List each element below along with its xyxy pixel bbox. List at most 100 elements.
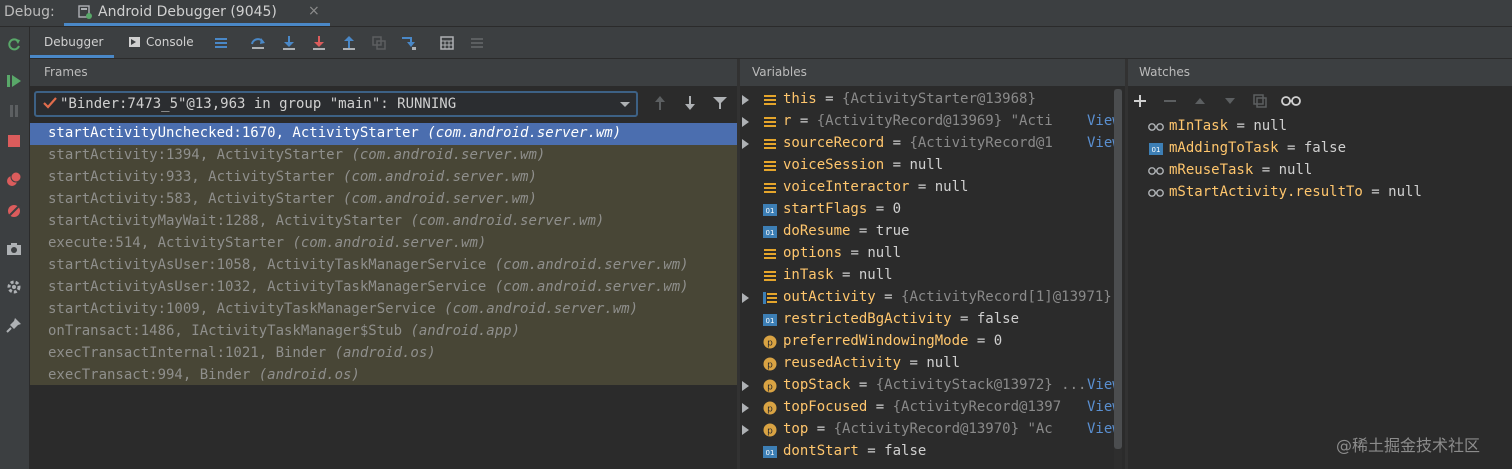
watch-row[interactable]: mReuseTask = null <box>1128 160 1512 182</box>
variable-row[interactable]: r = {ActivityRecord@13969} "Acti View <box>740 111 1125 133</box>
debugger-toolbar: Debugger Console <box>30 27 1512 59</box>
frame-row[interactable]: startActivity:583, ActivityStarter (com.… <box>30 189 737 211</box>
duplicate-watch-icon[interactable] <box>1252 93 1268 109</box>
expand-arrow-icon[interactable] <box>742 139 749 149</box>
pause-program-icon[interactable] <box>6 103 22 119</box>
variable-row[interactable]: sourceRecord = {ActivityRecord@1 View <box>740 133 1125 155</box>
expand-arrow-icon[interactable] <box>742 95 749 105</box>
frame-row[interactable]: onTransact:1486, IActivityTaskManager$St… <box>30 321 737 343</box>
parameter-icon: p <box>763 379 777 393</box>
variables-header: Variables <box>740 59 1125 86</box>
remove-watch-icon[interactable] <box>1162 93 1178 109</box>
mute-breakpoints-icon[interactable] <box>6 203 22 219</box>
drop-frame-icon[interactable] <box>371 35 387 51</box>
expand-arrow-icon[interactable] <box>742 403 749 413</box>
next-frame-icon[interactable] <box>682 95 698 111</box>
close-tab-icon[interactable]: × <box>308 3 320 19</box>
settings-icon[interactable] <box>6 279 22 295</box>
expand-arrow-icon[interactable] <box>742 425 749 435</box>
filter-icon[interactable] <box>712 95 728 111</box>
step-over-icon[interactable] <box>250 35 266 51</box>
move-up-icon[interactable] <box>1192 93 1208 109</box>
frame-row[interactable]: startActivityUnchecked:1670, ActivitySta… <box>30 123 737 145</box>
pin-icon[interactable] <box>6 317 22 333</box>
frame-row[interactable]: startActivity:1009, ActivityTaskManagerS… <box>30 299 737 321</box>
variable-row[interactable]: 01 restrictedBgActivity = false <box>740 309 1125 331</box>
variable-row[interactable]: inTask = null <box>740 265 1125 287</box>
variable-row[interactable]: p preferredWindowingMode = 0 <box>740 331 1125 353</box>
chevron-down-icon <box>620 102 630 107</box>
previous-frame-icon[interactable] <box>652 95 668 111</box>
variable-row[interactable]: 01 startFlags = 0 <box>740 199 1125 221</box>
debug-label: Debug: <box>4 4 55 20</box>
field-icon <box>764 117 776 127</box>
frame-row[interactable]: execTransact:994, Binder (android.os) <box>30 365 737 387</box>
watch-row[interactable]: mInTask = null <box>1128 116 1512 138</box>
watches-panel: Watches mInTask = null 01 mAddingToTask … <box>1128 59 1512 469</box>
variable-row[interactable]: options = null <box>740 243 1125 265</box>
glasses-icon[interactable] <box>1281 93 1301 109</box>
resume-program-icon[interactable] <box>6 73 22 89</box>
run-to-cursor-icon[interactable] <box>401 35 417 51</box>
variable-row[interactable]: p topFocused = {ActivityRecord@1397 View <box>740 397 1125 419</box>
svg-text:01: 01 <box>766 317 775 325</box>
camera-icon[interactable] <box>6 241 22 257</box>
check-icon <box>43 97 57 109</box>
variable-row[interactable]: outActivity = {ActivityRecord[1]@13971} <box>740 287 1125 309</box>
step-out-icon[interactable] <box>341 35 357 51</box>
variable-row[interactable]: p reusedActivity = null <box>740 353 1125 375</box>
rerun-icon[interactable] <box>6 37 22 53</box>
view-breakpoints-icon[interactable] <box>6 171 22 187</box>
trace-current-stream-icon[interactable] <box>469 35 485 51</box>
step-into-icon[interactable] <box>281 35 297 51</box>
frame-row[interactable]: startActivity:933, ActivityStarter (com.… <box>30 167 737 189</box>
frame-list: startActivityUnchecked:1670, ActivitySta… <box>30 123 737 385</box>
variables-scrollbar-thumb[interactable] <box>1114 89 1122 449</box>
tab-title: Android Debugger (9045) <box>98 4 277 20</box>
variable-row[interactable]: voiceInteractor = null <box>740 177 1125 199</box>
thread-selector[interactable]: "Binder:7473_5"@13,963 in group "main": … <box>34 91 638 117</box>
variable-row[interactable]: 01 doResume = true <box>740 221 1125 243</box>
parameter-icon: p <box>763 357 777 371</box>
variable-row[interactable]: voiceSession = null <box>740 155 1125 177</box>
svg-text:01: 01 <box>766 207 775 215</box>
expand-arrow-icon[interactable] <box>742 117 749 127</box>
tab-debugger[interactable]: Debugger <box>30 27 114 58</box>
frames-title: Frames <box>44 65 88 79</box>
debug-tool-window-tabbar: Debug: Android Debugger (9045) × <box>0 0 1512 27</box>
field-icon <box>764 95 776 105</box>
variable-row[interactable]: p topStack = {ActivityStack@13972} ... V… <box>740 375 1125 397</box>
frame-row[interactable]: execTransactInternal:1021, Binder (andro… <box>30 343 737 365</box>
array-icon <box>763 292 777 304</box>
variable-row[interactable]: p top = {ActivityRecord@13970} "Ac View <box>740 419 1125 441</box>
evaluate-expression-icon[interactable] <box>439 35 455 51</box>
svg-text:p: p <box>767 361 773 371</box>
field-icon <box>764 271 776 281</box>
watch-row[interactable]: mStartActivity.resultTo = null <box>1128 182 1512 204</box>
frame-row[interactable]: startActivityAsUser:1032, ActivityTaskMa… <box>30 277 737 299</box>
expand-arrow-icon[interactable] <box>742 293 749 303</box>
frame-row[interactable]: startActivityAsUser:1058, ActivityTaskMa… <box>30 255 737 277</box>
tab-console[interactable]: Console <box>126 27 204 58</box>
svg-text:01: 01 <box>766 229 775 237</box>
svg-text:p: p <box>767 339 773 349</box>
watch-row[interactable]: 01 mAddingToTask = false <box>1128 138 1512 160</box>
watches-toolbar <box>1128 87 1512 115</box>
variable-row[interactable]: this = {ActivityStarter@13968} <box>740 89 1125 111</box>
frame-row[interactable]: startActivity:1394, ActivityStarter (com… <box>30 145 737 167</box>
frame-row[interactable]: startActivityMayWait:1288, ActivityStart… <box>30 211 737 233</box>
parameter-icon: p <box>763 423 777 437</box>
stop-icon[interactable] <box>6 133 22 149</box>
layout-menu-icon[interactable] <box>213 35 229 51</box>
force-step-into-icon[interactable] <box>311 35 327 51</box>
expand-arrow-icon[interactable] <box>742 381 749 391</box>
svg-text:p: p <box>767 405 773 415</box>
field-icon <box>764 249 776 259</box>
debug-left-toolbar <box>0 27 30 469</box>
tab-android-debugger[interactable]: Android Debugger (9045) × <box>64 0 330 26</box>
variable-row[interactable]: 01 dontStart = false <box>740 441 1125 463</box>
frame-row[interactable]: execute:514, ActivityStarter (com.androi… <box>30 233 737 255</box>
move-down-icon[interactable] <box>1222 93 1238 109</box>
add-watch-icon[interactable] <box>1132 93 1148 109</box>
thread-selector-value: "Binder:7473_5"@13,963 in group "main": … <box>60 96 457 112</box>
